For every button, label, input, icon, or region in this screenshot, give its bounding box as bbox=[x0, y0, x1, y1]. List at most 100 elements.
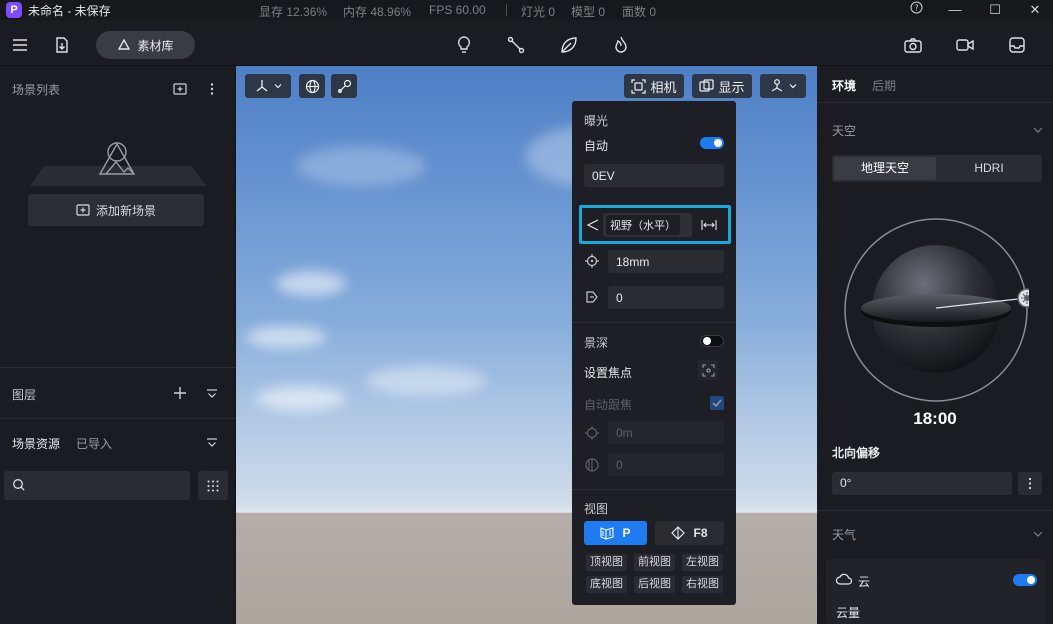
right-view-button[interactable]: 右视图 bbox=[682, 576, 723, 593]
bottom-view-button[interactable]: 底视图 bbox=[586, 576, 627, 593]
camera-roll-icon bbox=[585, 290, 599, 304]
depth-of-field-title: 景深 bbox=[584, 336, 609, 350]
gizmo-icon bbox=[771, 79, 783, 92]
ev-input[interactable]: 0EV bbox=[584, 164, 724, 187]
focus-target-icon bbox=[701, 363, 715, 377]
close-button[interactable]: ✕ bbox=[1022, 1, 1048, 19]
gizmo-dropdown[interactable] bbox=[760, 74, 806, 98]
left-panel: 场景列表 添加新场景 图层 场景资源 已导入 bbox=[0, 66, 236, 624]
cloud-shape bbox=[366, 366, 486, 396]
add-scene-label: 添加新场景 bbox=[95, 203, 156, 218]
tray-icon[interactable] bbox=[1002, 30, 1032, 60]
weather-collapse-chevron-icon[interactable] bbox=[1033, 528, 1043, 538]
add-scene-button[interactable]: 添加新场景 bbox=[28, 194, 204, 226]
path-icon[interactable] bbox=[501, 30, 531, 60]
perspective-view-button[interactable]: P bbox=[584, 521, 647, 545]
chevron-down-icon bbox=[274, 84, 282, 89]
video-icon[interactable] bbox=[950, 30, 980, 60]
auto-exposure-toggle[interactable] bbox=[700, 137, 724, 149]
flame-icon[interactable] bbox=[606, 30, 636, 60]
display-icon bbox=[699, 78, 715, 92]
camera-target-icon bbox=[631, 78, 647, 94]
left-view-button[interactable]: 左视图 bbox=[682, 554, 723, 571]
assets-collapse-icon[interactable] bbox=[205, 436, 219, 450]
globe-icon bbox=[305, 79, 319, 93]
grid-view-button[interactable] bbox=[198, 471, 228, 500]
auto-focus-checkbox[interactable] bbox=[710, 396, 724, 410]
north-offset-input[interactable]: 0° bbox=[832, 472, 1012, 495]
vram-stat: 显存 12.36% bbox=[259, 5, 328, 19]
faces-stat: 面数 0 bbox=[622, 5, 657, 19]
divider bbox=[817, 102, 1053, 103]
more-options-icon[interactable] bbox=[204, 81, 220, 97]
maximize-button[interactable]: ☐ bbox=[982, 1, 1008, 19]
divider bbox=[0, 418, 236, 419]
display-menu-label: 显示 bbox=[718, 79, 745, 95]
grid-icon bbox=[207, 480, 219, 491]
fov-preset-button[interactable]: F8 bbox=[655, 521, 724, 545]
north-offset-more-button[interactable] bbox=[1018, 472, 1042, 495]
menu-icon[interactable] bbox=[5, 30, 35, 60]
scene-list-title: 场景列表 bbox=[12, 83, 61, 97]
help-button[interactable]: ? bbox=[903, 1, 929, 19]
scene-assets-title: 场景资源 bbox=[12, 437, 61, 451]
camera-menu-button[interactable]: 相机 bbox=[624, 74, 684, 98]
fov-mode-label: 视野（水平） bbox=[606, 215, 680, 235]
fov-angle-icon bbox=[586, 219, 600, 231]
minimize-button[interactable]: — bbox=[942, 1, 968, 19]
aperture-icon bbox=[585, 458, 599, 472]
back-view-button[interactable]: 后视图 bbox=[634, 576, 675, 593]
tab-environment[interactable]: 环境 bbox=[832, 77, 856, 94]
front-view-button[interactable]: 前视图 bbox=[634, 554, 675, 571]
svg-text:?: ? bbox=[914, 4, 918, 13]
imported-tab[interactable]: 已导入 bbox=[76, 435, 112, 452]
display-menu-button[interactable]: 显示 bbox=[692, 74, 752, 98]
weather-section-title: 天气 bbox=[832, 528, 857, 542]
fov-lock-width-icon[interactable] bbox=[701, 218, 717, 232]
top-view-button[interactable]: 顶视图 bbox=[586, 554, 627, 571]
cloud-toggle[interactable] bbox=[1013, 574, 1037, 586]
transform-mode-dropdown[interactable] bbox=[245, 74, 291, 98]
measure-button[interactable] bbox=[331, 74, 357, 98]
diamond-icon bbox=[671, 526, 686, 540]
depth-of-field-toggle[interactable] bbox=[700, 335, 724, 347]
asset-search-input[interactable] bbox=[4, 471, 190, 500]
divider bbox=[0, 367, 236, 368]
tab-post-processing[interactable]: 后期 bbox=[872, 77, 896, 94]
cloud-shape bbox=[276, 271, 346, 296]
leaf-icon[interactable] bbox=[554, 30, 584, 60]
models-stat: 模型 0 bbox=[571, 5, 606, 19]
camera-icon[interactable] bbox=[898, 30, 928, 60]
cloud-amount-label: 云量 bbox=[836, 606, 861, 620]
focus-distance-input[interactable]: 0m bbox=[608, 421, 724, 444]
measure-icon bbox=[337, 79, 351, 93]
set-focus-label: 设置焦点 bbox=[584, 366, 633, 380]
focal-length-input[interactable]: 18mm bbox=[608, 250, 724, 273]
set-focus-button[interactable] bbox=[698, 360, 718, 380]
layers-collapse-icon[interactable] bbox=[205, 387, 219, 401]
cloud-shape bbox=[246, 326, 326, 348]
import-icon[interactable] bbox=[47, 30, 77, 60]
globe-button[interactable] bbox=[299, 74, 325, 98]
sky-collapse-chevron-icon[interactable] bbox=[1033, 124, 1043, 134]
sky-section-title: 天空 bbox=[832, 124, 857, 138]
divider bbox=[572, 322, 736, 323]
camera-roll-input[interactable]: 0 bbox=[608, 286, 724, 309]
add-layer-icon[interactable] bbox=[172, 385, 188, 401]
sun-position-dial[interactable] bbox=[843, 217, 1037, 403]
aperture-input[interactable]: 0 bbox=[608, 453, 724, 476]
right-panel: 环境 后期 天空 地理天空 HDRI 18:00 北向偏移 0° 天气 云 云量 bbox=[817, 66, 1053, 624]
empty-scene-illustration-icon bbox=[30, 138, 206, 188]
tab-geo-sky[interactable]: 地理天空 bbox=[834, 157, 936, 180]
layers-title: 图层 bbox=[12, 388, 37, 402]
window-title: 未命名 - 未保存 bbox=[28, 4, 111, 18]
chevron-down-icon bbox=[789, 84, 797, 89]
lightbulb-icon[interactable] bbox=[449, 30, 479, 60]
new-scene-icon[interactable] bbox=[172, 81, 188, 97]
time-of-day-value: 18:00 bbox=[913, 409, 957, 428]
material-library-button[interactable]: 素材库 bbox=[96, 31, 195, 59]
app-logo-icon: P bbox=[6, 2, 22, 18]
view-title: 视图 bbox=[584, 502, 609, 516]
tab-hdri[interactable]: HDRI bbox=[938, 157, 1040, 180]
perspective-label: P bbox=[622, 526, 631, 540]
